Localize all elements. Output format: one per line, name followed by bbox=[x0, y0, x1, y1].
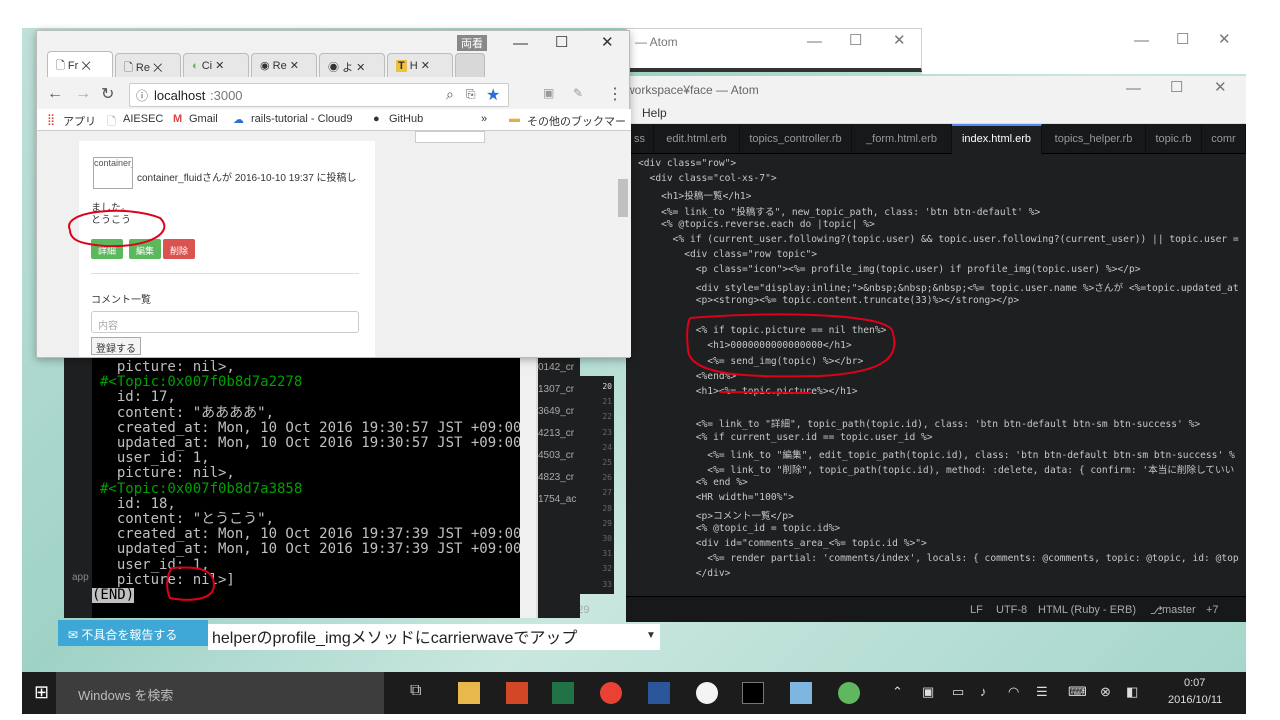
dropdown-icon[interactable]: ▼ bbox=[646, 630, 656, 641]
annotation-underline bbox=[719, 391, 813, 394]
file-explorer-icon[interactable] bbox=[458, 682, 480, 704]
keyboard-icon[interactable]: ⌨ bbox=[1068, 684, 1087, 700]
search-placeholder: Windows を検索 bbox=[78, 688, 174, 703]
terminal-icon[interactable] bbox=[742, 682, 764, 704]
annotation-overlay bbox=[68, 209, 896, 601]
clock-date[interactable]: 2016/10/11 bbox=[1168, 694, 1222, 706]
volume-icon[interactable]: ♪ bbox=[980, 684, 987, 699]
annotation-circle-code bbox=[686, 313, 896, 378]
task-view-icon[interactable]: ⧉ bbox=[410, 682, 432, 704]
chrome-icon[interactable] bbox=[600, 682, 622, 704]
wifi-icon[interactable]: ◠ bbox=[1008, 684, 1019, 700]
clock-time[interactable]: 0:07 bbox=[1184, 677, 1205, 689]
atom-icon[interactable] bbox=[838, 682, 860, 704]
app-icon[interactable] bbox=[790, 682, 812, 704]
mail-icon: ✉ bbox=[68, 628, 82, 642]
taskbar-search[interactable]: Windows を検索 bbox=[56, 672, 384, 714]
itunes-icon[interactable] bbox=[696, 682, 718, 704]
word-icon[interactable] bbox=[648, 682, 670, 704]
close-circle-icon[interactable]: ⊗ bbox=[1100, 684, 1111, 700]
annotation-circle-terminal bbox=[166, 566, 216, 601]
tray-app-icon[interactable]: ▣ bbox=[922, 684, 934, 700]
tray-up-icon[interactable]: ⌃ bbox=[892, 684, 903, 700]
annotation-circle-buttons bbox=[68, 209, 166, 248]
windows-start-icon[interactable]: ⊞ bbox=[34, 682, 49, 703]
page-title-fragment: helperのprofile_imgメソッドにcarrierwaveでアップ bbox=[208, 624, 660, 650]
taskbar: ⊞ Windows を検索 ⧉ ⌃ ▣ ▭ ♪ ◠ ☰ ⌨ ⊗ ◧ 0:07 2… bbox=[22, 672, 1246, 714]
notification-icon[interactable]: ☰ bbox=[1036, 684, 1048, 700]
battery-icon[interactable]: ▭ bbox=[952, 684, 964, 700]
excel-icon[interactable] bbox=[552, 682, 574, 704]
powerpoint-icon[interactable] bbox=[506, 682, 528, 704]
report-bug-button[interactable]: ✉ 不具合を報告する bbox=[58, 620, 208, 646]
app-tray-icon[interactable]: ◧ bbox=[1126, 684, 1138, 700]
